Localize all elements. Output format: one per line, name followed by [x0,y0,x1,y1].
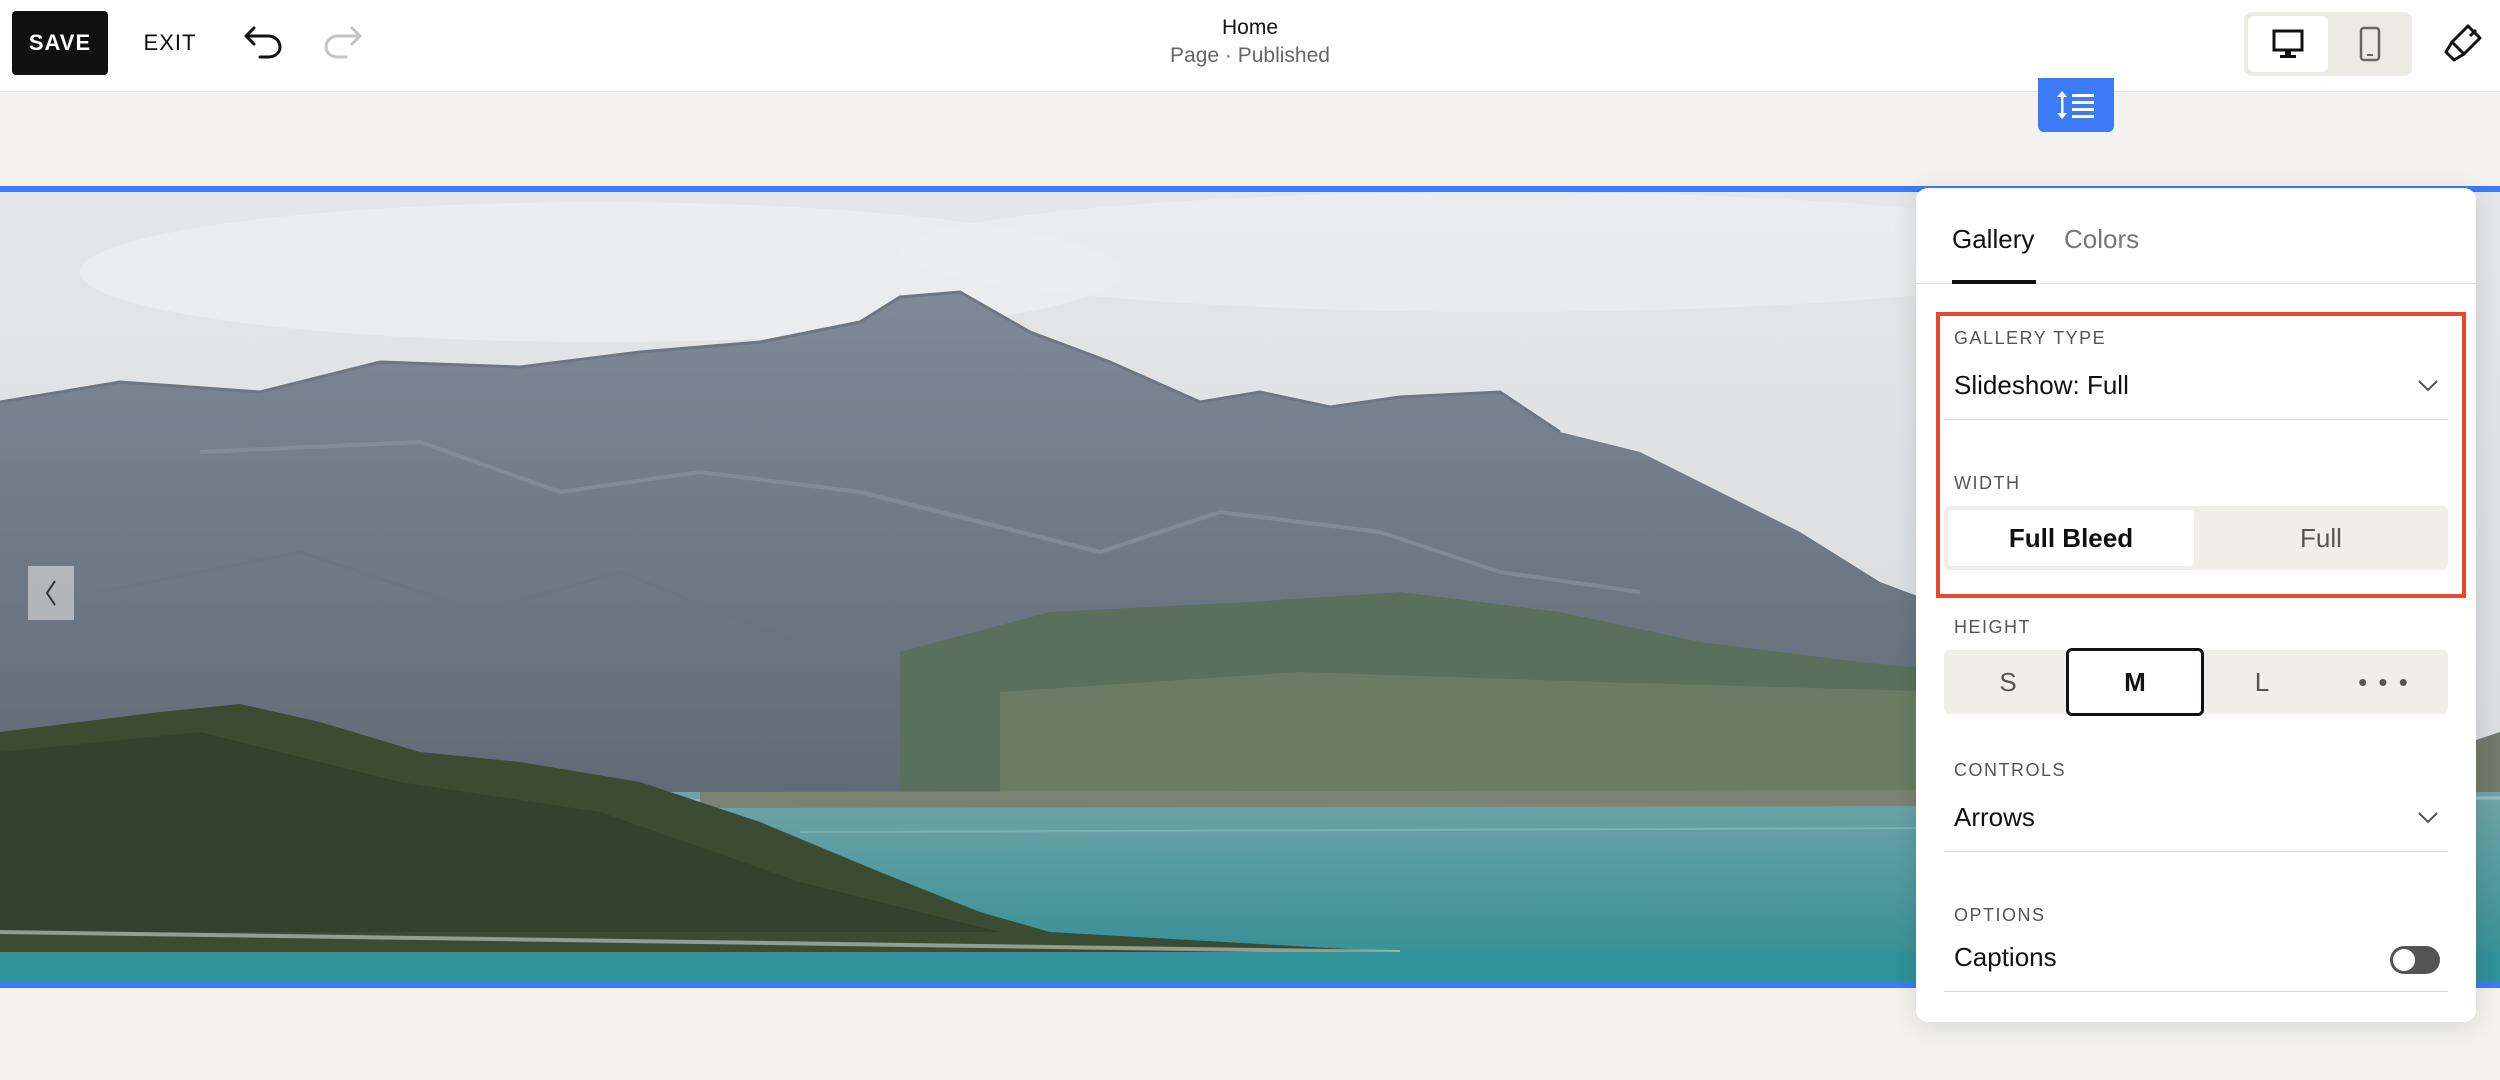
controls-label: CONTROLS [1954,760,2067,780]
captions-row: Captions [1944,928,2448,992]
undo-icon[interactable] [242,22,286,62]
page-title-block[interactable]: Home Page · Published [1050,14,1450,70]
captions-label: Captions [1954,942,2057,972]
toggle-knob [2393,949,2415,971]
mobile-view-button[interactable] [2332,16,2408,72]
top-toolbar: SAVE EXIT Home Page · Published [0,0,2500,92]
chevron-down-icon [2418,380,2438,392]
height-option-m[interactable]: M [2066,648,2204,716]
height-label: HEIGHT [1954,617,2032,637]
captions-toggle[interactable] [2390,946,2440,974]
chevron-left-icon [45,580,56,606]
section-height-icon [2057,91,2094,119]
active-tab-indicator [1952,280,2036,284]
height-option-s[interactable]: S [1948,654,2068,710]
exit-button[interactable]: EXIT [138,11,202,75]
gallery-type-dropdown[interactable]: Slideshow: Full [1944,356,2448,420]
gallery-prev-arrow[interactable] [28,566,74,620]
desktop-view-button[interactable] [2248,16,2328,72]
gallery-settings-panel: Gallery Colors GALLERY TYPE Slideshow: F… [1916,188,2476,1022]
controls-value: Arrows [1954,802,2035,832]
controls-dropdown[interactable]: Arrows [1944,788,2448,852]
width-option-full[interactable]: Full [2198,510,2444,566]
redo-icon[interactable] [320,22,364,62]
save-button[interactable]: SAVE [12,11,108,75]
section-height-handle[interactable] [2038,78,2114,132]
device-toggle [2244,12,2412,76]
width-segmented-control: Full Bleed Full [1944,506,2448,570]
width-option-full-bleed[interactable]: Full Bleed [1948,510,2194,566]
site-styles-brush-icon[interactable] [2440,18,2488,66]
panel-tabs: Gallery Colors [1916,188,2476,284]
options-label: OPTIONS [1954,905,2046,925]
height-option-more[interactable]: • • • [2324,654,2444,710]
height-option-l[interactable]: L [2202,654,2322,710]
gallery-type-label: GALLERY TYPE [1954,328,2107,348]
page-title: Home [1221,16,1279,39]
desktop-icon [2272,29,2304,58]
tab-gallery[interactable]: Gallery [1952,222,2034,256]
page-status: Page · Published [1170,44,1330,67]
height-segmented-control: S M L • • • [1944,648,2448,716]
chevron-down-icon [2418,812,2438,824]
tab-colors[interactable]: Colors [2064,222,2139,256]
width-label: WIDTH [1954,473,2021,493]
mobile-icon [2359,26,2381,62]
gallery-type-value: Slideshow: Full [1954,370,2129,400]
